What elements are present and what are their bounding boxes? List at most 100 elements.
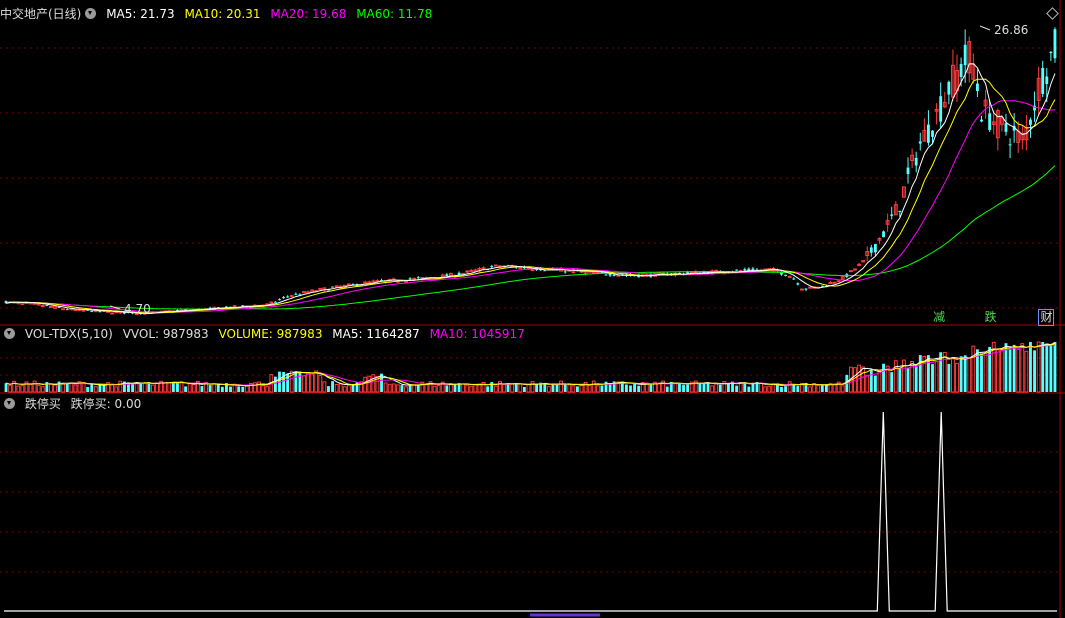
volume-bar [865, 374, 870, 393]
candle-body [848, 270, 853, 273]
volume-bar [342, 386, 347, 393]
volume-bar [808, 386, 813, 393]
volume-bar [200, 386, 204, 392]
candle-body [890, 214, 894, 216]
dropdown-icon[interactable] [4, 328, 15, 339]
event-tag[interactable]: 财 [1038, 309, 1055, 326]
volume-bar [796, 386, 800, 392]
volume-bar [237, 386, 241, 392]
candle-body [282, 297, 286, 299]
volume-bar [591, 380, 596, 393]
candle-body [81, 309, 86, 312]
volume-bar [1016, 348, 1021, 393]
volume-bar [861, 366, 866, 393]
volume-bar [331, 381, 334, 392]
dropdown-icon[interactable] [4, 398, 15, 409]
volume-bar [395, 384, 400, 393]
candle-body [490, 266, 494, 268]
candle-body [40, 305, 45, 308]
volume-bar [665, 386, 669, 392]
volume-bar [1020, 343, 1025, 393]
volume-bar [747, 386, 751, 392]
indicator-title: 跌停买 [24, 397, 61, 411]
volume-bar [257, 381, 262, 393]
volume-bar [404, 386, 408, 393]
event-tag[interactable]: 跌 [983, 309, 999, 326]
candle-body [735, 269, 739, 271]
dropdown-icon[interactable] [85, 8, 97, 19]
volume-bar [327, 386, 330, 392]
volume-bar [576, 386, 579, 392]
candle-body [931, 130, 934, 137]
volume-bar [873, 375, 877, 392]
ma10-line [5, 78, 1056, 314]
volume-bar [497, 381, 502, 393]
candle-body [828, 282, 833, 285]
volume-bar [8, 384, 13, 393]
volume-bar [567, 384, 572, 393]
volume-bar [310, 373, 315, 393]
volume-bar [869, 369, 873, 392]
volume-bar [906, 367, 910, 392]
event-tag[interactable]: 减 [931, 309, 947, 326]
volume-bar [727, 382, 730, 392]
candle-body [792, 278, 796, 280]
volume-bar [179, 381, 184, 393]
candle-body [1045, 76, 1049, 85]
candle-body [73, 309, 78, 312]
volume-bar [633, 384, 637, 392]
candle-body [1053, 29, 1057, 59]
volume-bar [412, 384, 417, 393]
volume-bar [461, 383, 466, 393]
volume-bar [947, 363, 951, 392]
candle-body [289, 295, 294, 298]
volume-bar [1008, 348, 1012, 392]
volume-bar [1053, 342, 1057, 392]
vvol-legend: VVOL: 987983 [122, 327, 209, 341]
volume-bar [473, 384, 478, 393]
low-price-label: 4.70 [124, 302, 151, 316]
volume-bar [535, 384, 539, 392]
candle-body [294, 293, 298, 295]
candle-body [1008, 144, 1012, 146]
volume-bar [32, 380, 37, 393]
candle-body [563, 271, 567, 273]
candle-body [612, 274, 616, 276]
volume-bar [387, 383, 392, 393]
volume-bar [967, 357, 972, 393]
candle-body [869, 247, 873, 253]
candle-body [543, 270, 547, 272]
volume-panel-header: VOL-TDX(5,10) VVOL: 987983 VOLUME: 98798… [0, 326, 531, 342]
volume-bar [983, 352, 988, 393]
volume-bar [637, 385, 641, 392]
volume-bar [931, 364, 934, 392]
volume-bar [526, 383, 531, 393]
volume-bar [678, 383, 681, 392]
volume-legend: VOLUME: 987983 [218, 327, 323, 341]
volume-bar [714, 382, 719, 393]
chart-canvas[interactable] [0, 0, 1065, 618]
volume-bar [824, 384, 828, 392]
volume-bar [40, 386, 45, 393]
volume-bar [595, 385, 600, 393]
candle-body [980, 119, 983, 122]
volume-bar [273, 376, 277, 392]
volume-bar [1029, 342, 1032, 392]
volume-bar [53, 384, 57, 393]
volume-bar [502, 384, 506, 393]
candle-body [1041, 67, 1045, 94]
volume-bar [86, 386, 90, 392]
candle-body [98, 311, 102, 313]
volume-bar [686, 384, 690, 392]
volume-bar [142, 382, 147, 393]
candle-body [530, 269, 535, 272]
volume-bar [767, 385, 772, 393]
candle-body [331, 286, 334, 288]
volume-bar [151, 384, 155, 393]
main-panel-header: 中交地产(日线) MA5: 21.73 MA10: 20.31 MA20: 19… [0, 6, 438, 22]
volume-bar [191, 384, 196, 393]
volume-bar [543, 384, 547, 392]
volume-bar [261, 385, 266, 393]
volume-bar [559, 380, 564, 393]
candle-body [1004, 123, 1008, 132]
